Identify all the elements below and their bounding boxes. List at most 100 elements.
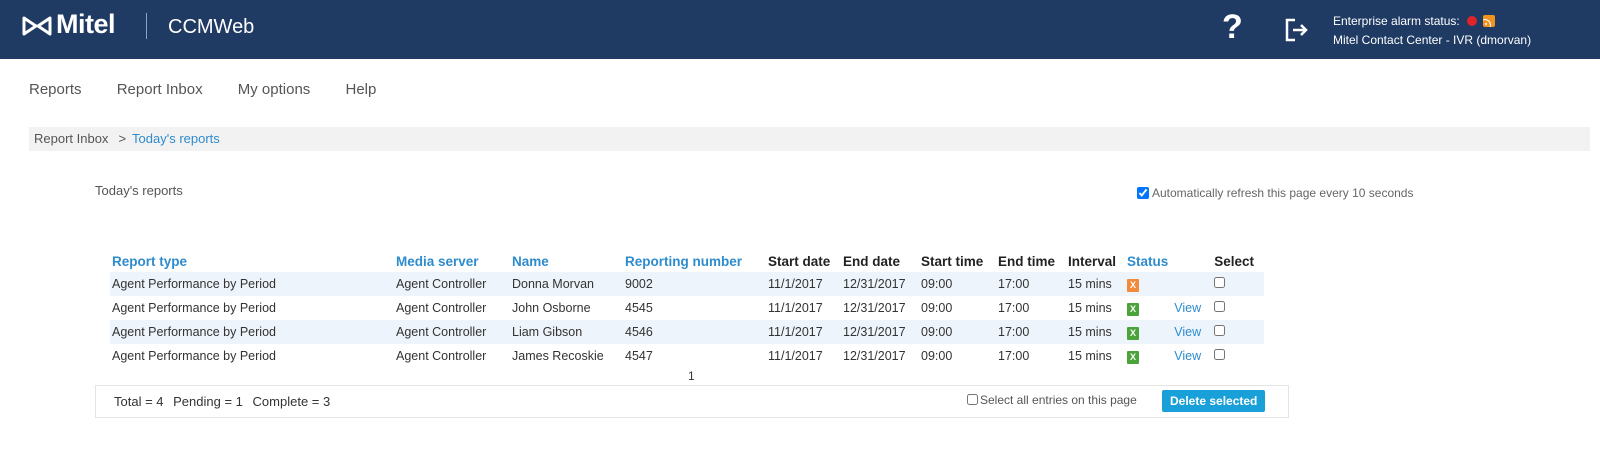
cell-end-time: 17:00 xyxy=(998,301,1030,315)
breadcrumb: Report Inbox > Today's reports xyxy=(29,127,1590,151)
cell-start-date: 11/1/2017 xyxy=(766,272,841,296)
select-all-option[interactable]: Select all entries on this page xyxy=(967,393,1137,407)
column-header-end-date: End date xyxy=(843,253,901,269)
table-header-row: Report type Media server Name Reporting … xyxy=(110,250,1264,272)
cell-view xyxy=(1172,272,1213,296)
cell-end-date: 12/31/2017 xyxy=(843,301,906,315)
cell-media-server: Agent Controller xyxy=(396,349,487,363)
cell-reporting-number: 4546 xyxy=(623,320,766,344)
total-count: Total = 4 xyxy=(114,394,164,409)
table-row: Agent Performance by Period Agent Control… xyxy=(110,320,1265,344)
cell-name: Donna Morvan xyxy=(510,272,623,296)
column-header-reporting-number[interactable]: Reporting number xyxy=(623,250,766,272)
status-pending-icon: X xyxy=(1127,278,1139,292)
nav-item-report-inbox[interactable]: Report Inbox xyxy=(117,81,203,98)
alarm-indicator-icon[interactable] xyxy=(1467,16,1478,26)
table-row: Agent Performance by Period Agent Control… xyxy=(110,344,1264,368)
cell-status: X xyxy=(1125,344,1172,368)
cell-report-type: Agent Performance by Period xyxy=(110,272,394,296)
logout-icon[interactable] xyxy=(1284,17,1310,43)
cell-status: X xyxy=(1125,272,1173,296)
cell-start-time: 09:00 xyxy=(921,301,953,315)
cell-select xyxy=(1212,344,1264,368)
chevron-right-icon: > xyxy=(118,131,127,146)
breadcrumb-root[interactable]: Report Inbox xyxy=(34,131,108,146)
column-header-name[interactable]: Name xyxy=(510,250,623,272)
cell-status: X xyxy=(1125,320,1173,344)
help-button[interactable]: ? xyxy=(1222,8,1243,47)
status-complete-icon: X xyxy=(1127,302,1139,316)
report-totals: Total = 4 Pending = 1 Complete = 3 xyxy=(114,394,336,409)
cell-reporting-number: 9002 xyxy=(623,272,766,296)
cell-start-date: 11/1/2017 xyxy=(768,349,823,363)
nav-item-reports[interactable]: Reports xyxy=(29,81,82,98)
cell-reporting-number: 4545 xyxy=(625,301,653,315)
delete-selected-button[interactable]: Delete selected xyxy=(1162,390,1266,412)
cell-select xyxy=(1212,320,1265,344)
cell-report-type: Agent Performance by Period xyxy=(110,320,394,344)
logo-text: Mitel xyxy=(56,9,116,39)
cell-end-time: 17:00 xyxy=(996,320,1066,344)
view-link[interactable]: View xyxy=(1174,349,1201,363)
cell-select xyxy=(1212,296,1264,320)
column-header-status[interactable]: Status xyxy=(1125,250,1172,272)
cell-name: John Osborne xyxy=(512,301,591,315)
cell-start-time: 09:00 xyxy=(921,349,953,363)
cell-end-time: 17:00 xyxy=(998,349,1030,363)
app-name: CCMWeb xyxy=(168,16,255,38)
status-complete-icon: X xyxy=(1127,326,1139,340)
row-select-checkbox[interactable] xyxy=(1214,325,1226,336)
reports-table: Report type Media server Name Reporting … xyxy=(110,250,1265,368)
select-all-checkbox[interactable] xyxy=(967,394,978,405)
auto-refresh-label: Automatically refresh this page every 10… xyxy=(1152,186,1414,200)
user-context: Mitel Contact Center - IVR (dmorvan) xyxy=(1333,33,1532,47)
cell-report-type: Agent Performance by Period xyxy=(112,301,276,315)
cell-interval: 15 mins xyxy=(1068,349,1112,363)
alarm-status: Enterprise alarm status: xyxy=(1333,14,1496,28)
cell-start-time: 09:00 xyxy=(919,320,996,344)
column-header-report-type[interactable]: Report type xyxy=(110,250,394,272)
cell-media-server: Agent Controller xyxy=(394,272,510,296)
top-bar: Mitel CCMWeb ? Enterprise alarm status: … xyxy=(0,0,1600,59)
nav-item-my-options[interactable]: My options xyxy=(238,81,311,98)
select-all-label: Select all entries on this page xyxy=(980,393,1137,407)
row-select-checkbox[interactable] xyxy=(1214,277,1226,288)
auto-refresh-checkbox[interactable] xyxy=(1137,187,1149,199)
cell-name: James Recoskie xyxy=(512,349,604,363)
cell-end-date: 12/31/2017 xyxy=(841,320,919,344)
view-link[interactable]: View xyxy=(1174,301,1201,315)
complete-count: Complete = 3 xyxy=(252,394,331,409)
column-header-interval: Interval xyxy=(1068,253,1117,269)
page-title: Today's reports xyxy=(95,183,183,198)
pending-count: Pending = 1 xyxy=(173,394,243,409)
table-row: Agent Performance by Period Agent Control… xyxy=(110,272,1265,296)
column-header-view xyxy=(1172,250,1212,272)
cell-view: View xyxy=(1172,320,1213,344)
auto-refresh-option[interactable]: Automatically refresh this page every 10… xyxy=(1137,186,1413,200)
cell-start-date: 11/1/2017 xyxy=(766,320,841,344)
cell-start-time: 09:00 xyxy=(919,272,996,296)
cell-report-type: Agent Performance by Period xyxy=(112,349,276,363)
cell-end-date: 12/31/2017 xyxy=(841,272,919,296)
logo-divider xyxy=(146,13,147,39)
cell-interval: 15 mins xyxy=(1066,320,1125,344)
row-select-checkbox[interactable] xyxy=(1214,301,1226,312)
column-header-end-time: End time xyxy=(998,253,1056,269)
cell-media-server: Agent Controller xyxy=(394,320,510,344)
cell-select xyxy=(1212,272,1265,296)
page-number[interactable]: 1 xyxy=(688,369,695,383)
rss-feed-icon[interactable] xyxy=(1483,15,1496,27)
breadcrumb-current: Today's reports xyxy=(132,131,220,146)
row-select-checkbox[interactable] xyxy=(1214,349,1226,360)
table-row: Agent Performance by Period Agent Control… xyxy=(110,296,1264,320)
view-link[interactable]: View xyxy=(1174,325,1201,339)
cell-name: Liam Gibson xyxy=(510,320,623,344)
cell-view: View xyxy=(1172,296,1212,320)
column-header-start-time: Start time xyxy=(921,253,984,269)
table-footer: Total = 4 Pending = 1 Complete = 3 Selec… xyxy=(95,385,1289,418)
cell-interval: 15 mins xyxy=(1068,301,1112,315)
mitel-logo-icon xyxy=(22,16,52,36)
status-complete-icon: X xyxy=(1127,350,1139,364)
nav-item-help[interactable]: Help xyxy=(345,81,376,98)
column-header-media-server[interactable]: Media server xyxy=(394,250,510,272)
